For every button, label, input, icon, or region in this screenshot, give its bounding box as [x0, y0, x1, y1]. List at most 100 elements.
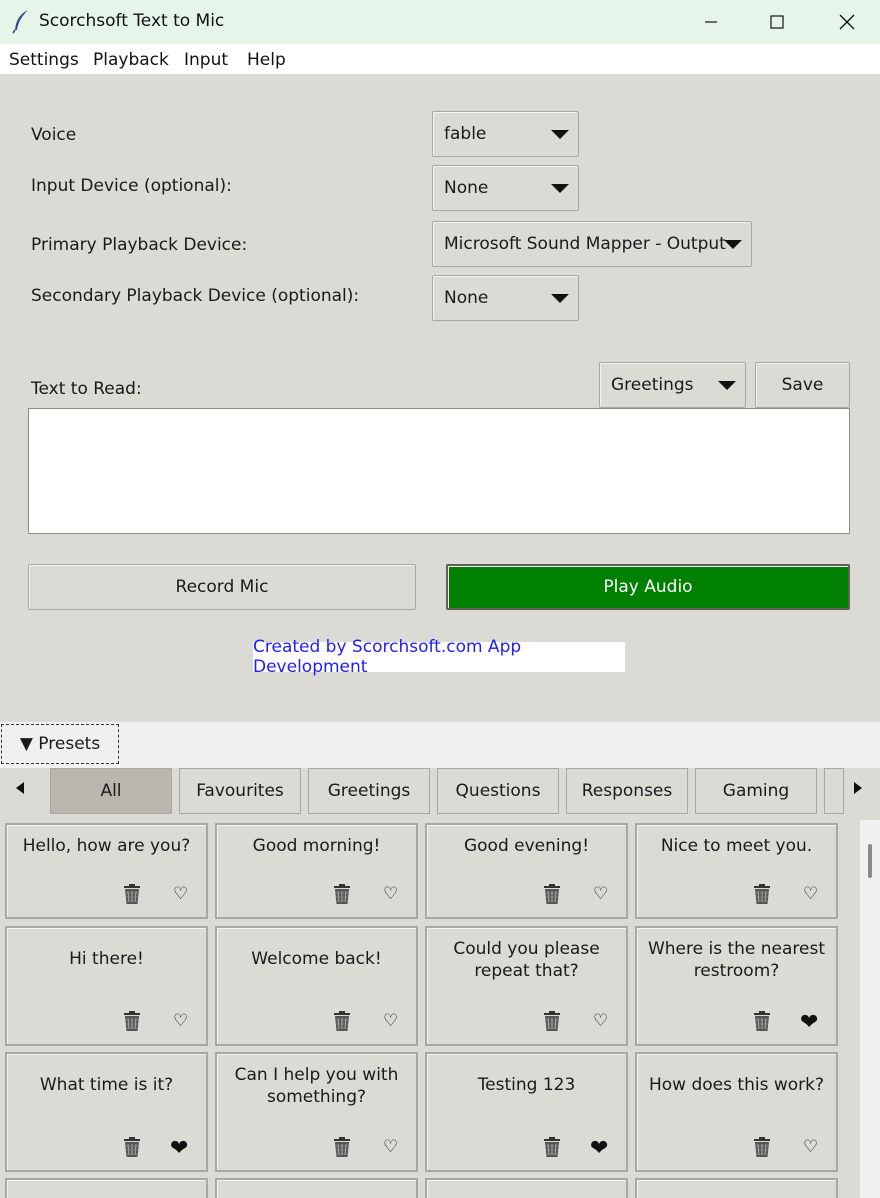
primary-playback-select[interactable]: Microsoft Sound Mapper - Output	[432, 221, 752, 267]
trash-icon[interactable]	[541, 1010, 563, 1032]
play-audio-button[interactable]: Play Audio	[446, 564, 850, 610]
category-value: Greetings	[611, 375, 694, 395]
favourite-heart-icon[interactable]: ♡	[383, 885, 398, 903]
favourite-heart-icon[interactable]: ♡	[803, 885, 818, 903]
close-button[interactable]	[812, 0, 880, 44]
voice-select[interactable]: fable	[432, 111, 579, 157]
tab-overflow[interactable]	[824, 768, 844, 814]
menu-help[interactable]: Help	[247, 50, 286, 70]
trash-icon[interactable]	[121, 1010, 143, 1032]
trash-icon[interactable]	[751, 1136, 773, 1158]
tab-questions[interactable]: Questions	[437, 768, 559, 814]
favourite-heart-icon[interactable]: ♡	[383, 1138, 398, 1156]
trash-icon[interactable]	[331, 1136, 353, 1158]
favourite-heart-icon[interactable]: ♡	[593, 1012, 608, 1030]
minimize-icon	[705, 21, 717, 23]
trash-icon[interactable]	[121, 883, 143, 905]
preset-text: Can I help you with something?	[234, 1065, 399, 1107]
preset-card-7[interactable]: Could you please repeat that? ♡	[425, 926, 628, 1046]
preset-text: Hello, how are you?	[22, 836, 191, 856]
favourite-heart-icon[interactable]: ♡	[593, 885, 608, 903]
tab-scroll-right-icon[interactable]	[854, 782, 862, 794]
trash-icon[interactable]	[541, 1136, 563, 1158]
save-button[interactable]: Save	[755, 362, 850, 408]
preset-text: Testing 123	[477, 1075, 576, 1095]
preset-card-10[interactable]: Can I help you with something? ♡	[215, 1052, 418, 1172]
preset-card-14[interactable]: ♡	[215, 1178, 418, 1198]
tab-all[interactable]: All	[50, 768, 172, 814]
presets-scrollbar[interactable]	[860, 820, 880, 1198]
minimize-button[interactable]	[676, 0, 746, 44]
category-select[interactable]: Greetings	[599, 362, 746, 408]
preset-card-8[interactable]: Where is the nearest restroom? ❤	[635, 926, 838, 1046]
favourite-heart-icon[interactable]: ❤	[800, 1012, 818, 1034]
favourite-heart-icon[interactable]: ♡	[173, 885, 188, 903]
primary-playback-label: Primary Playback Device:	[31, 235, 248, 255]
preset-text: Good evening!	[463, 836, 590, 856]
preset-text: Where is the nearest restroom?	[647, 939, 826, 981]
trash-icon[interactable]	[541, 883, 563, 905]
tab-responses[interactable]: Responses	[566, 768, 688, 814]
secondary-playback-label: Secondary Playback Device (optional):	[31, 286, 360, 306]
preset-text: Could you please repeat that?	[453, 939, 600, 981]
preset-tabs: All Favourites Greetings Questions Respo…	[0, 768, 880, 820]
text-to-read-label: Text to Read:	[31, 379, 142, 399]
preset-card-9[interactable]: What time is it? ❤	[5, 1052, 208, 1172]
record-mic-button[interactable]: Record Mic	[28, 564, 416, 610]
preset-card-3[interactable]: Good evening! ♡	[425, 823, 628, 919]
preset-card-13[interactable]: Can you explain that ♡	[5, 1178, 208, 1198]
preset-card-2[interactable]: Good morning! ♡	[215, 823, 418, 919]
title-bar: Scorchsoft Text to Mic	[0, 0, 880, 44]
preset-card-6[interactable]: Welcome back! ♡	[215, 926, 418, 1046]
feather-icon	[12, 10, 28, 34]
preset-card-16[interactable]: ♡	[635, 1178, 838, 1198]
favourite-heart-icon[interactable]: ❤	[170, 1138, 188, 1160]
input-device-select[interactable]: None	[432, 165, 579, 211]
favourite-heart-icon[interactable]: ♡	[173, 1012, 188, 1030]
secondary-playback-select[interactable]: None	[432, 275, 579, 321]
input-device-label: Input Device (optional):	[31, 176, 232, 196]
window-title: Scorchsoft Text to Mic	[39, 11, 225, 31]
tab-greetings[interactable]: Greetings	[308, 768, 430, 814]
chevron-down-icon	[551, 294, 569, 303]
preset-card-12[interactable]: How does this work? ♡	[635, 1052, 838, 1172]
presets-grid: Hello, how are you? ♡ Good morning! ♡ Go…	[0, 820, 880, 1198]
input-device-value: None	[444, 178, 489, 198]
favourite-heart-icon[interactable]: ♡	[803, 1138, 818, 1156]
maximize-button[interactable]	[742, 0, 812, 44]
preset-text: What time is it?	[39, 1075, 174, 1095]
trash-icon[interactable]	[751, 883, 773, 905]
trash-icon[interactable]	[331, 1010, 353, 1032]
chevron-down-icon	[551, 130, 569, 139]
tab-scroll-left-icon[interactable]	[16, 782, 24, 794]
maximize-icon	[770, 15, 784, 29]
scrollbar-thumb[interactable]	[868, 844, 872, 878]
secondary-playback-value: None	[444, 288, 489, 308]
credit-link[interactable]: Created by Scorchsoft.com App Developmen…	[253, 637, 625, 677]
preset-card-5[interactable]: Hi there! ♡	[5, 926, 208, 1046]
preset-text: Hi there!	[69, 949, 144, 969]
trash-icon[interactable]	[751, 1010, 773, 1032]
tab-favourites[interactable]: Favourites	[179, 768, 301, 814]
close-icon	[839, 14, 855, 30]
chevron-down-icon	[551, 184, 569, 193]
preset-card-1[interactable]: Hello, how are you? ♡	[5, 823, 208, 919]
favourite-heart-icon[interactable]: ♡	[383, 1012, 398, 1030]
menu-bar: Settings Playback Input Help	[0, 44, 880, 74]
text-input[interactable]	[28, 408, 850, 534]
menu-settings[interactable]: Settings	[9, 50, 79, 70]
main-panel: Voice fable Input Device (optional): Non…	[0, 74, 880, 722]
trash-icon[interactable]	[331, 883, 353, 905]
trash-icon[interactable]	[121, 1136, 143, 1158]
chevron-down-icon	[724, 240, 742, 249]
voice-value: fable	[444, 124, 487, 144]
preset-card-11[interactable]: Testing 123 ❤	[425, 1052, 628, 1172]
chevron-down-icon	[718, 381, 736, 390]
menu-playback[interactable]: Playback	[93, 50, 169, 70]
presets-toggle-button[interactable]: ▼ Presets	[1, 724, 119, 764]
preset-card-15[interactable]: ♡	[425, 1178, 628, 1198]
tab-gaming[interactable]: Gaming	[695, 768, 817, 814]
menu-input[interactable]: Input	[184, 50, 228, 70]
preset-card-4[interactable]: Nice to meet you. ♡	[635, 823, 838, 919]
favourite-heart-icon[interactable]: ❤	[590, 1138, 608, 1160]
